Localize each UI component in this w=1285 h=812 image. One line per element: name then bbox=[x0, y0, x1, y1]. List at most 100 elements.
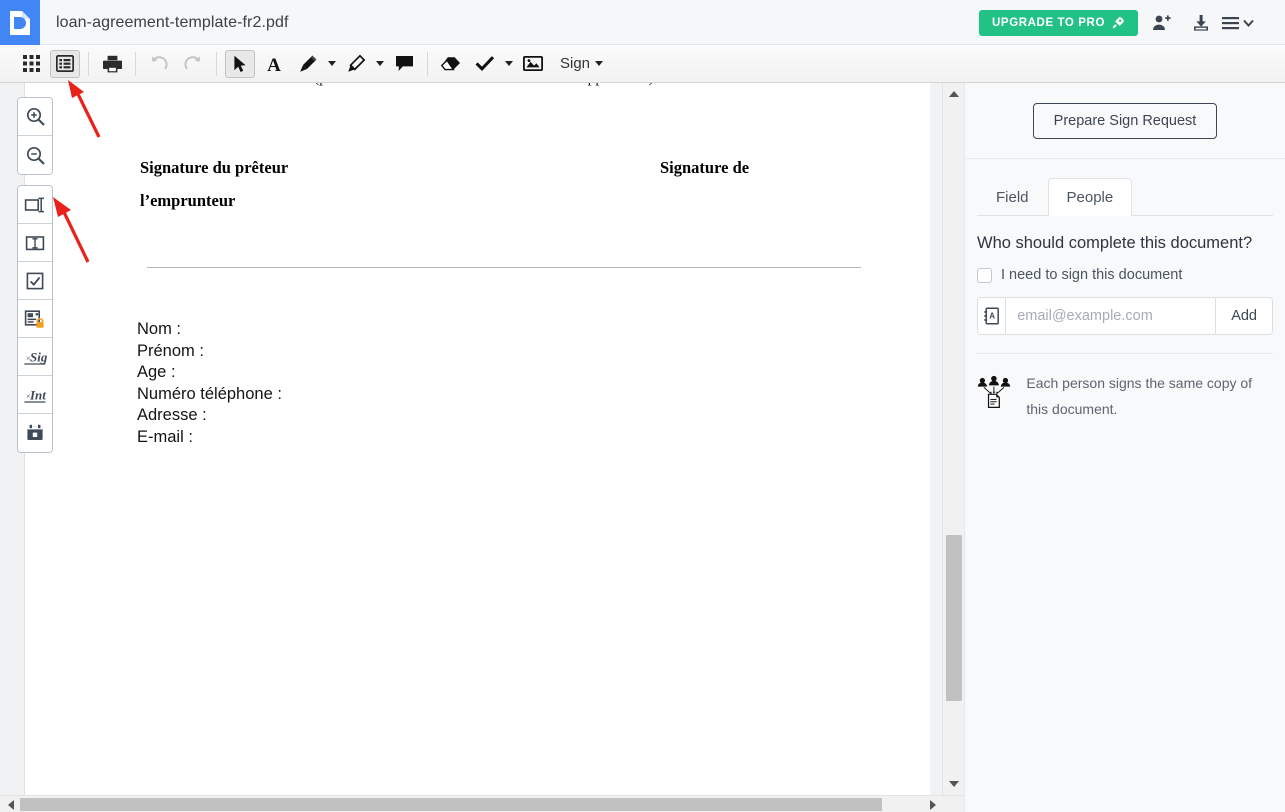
sign-request-panel: Prepare Sign Request Field People Who sh… bbox=[964, 83, 1285, 812]
zoom-out-button[interactable] bbox=[18, 136, 52, 174]
eraser-tool-button[interactable] bbox=[436, 50, 466, 78]
text-field-icon bbox=[24, 197, 44, 212]
locked-field-tool[interactable] bbox=[18, 300, 52, 338]
calendar-date-icon bbox=[27, 424, 43, 440]
text-a-icon: A bbox=[267, 55, 281, 73]
panel-question: Who should complete this document? bbox=[977, 234, 1253, 252]
checkbox-field-icon bbox=[26, 272, 44, 289]
date-field-tool[interactable] bbox=[18, 414, 52, 452]
list-item: Age : bbox=[137, 363, 176, 381]
highlighter-icon bbox=[347, 54, 365, 72]
hint-text: Each person signs the same copy of this … bbox=[1026, 375, 1253, 417]
document-title: loan-agreement-template-fr2.pdf bbox=[56, 13, 289, 31]
vertical-scroll-thumb[interactable] bbox=[946, 535, 962, 701]
highlighter-tool-button[interactable] bbox=[341, 50, 371, 78]
grid-view-button[interactable] bbox=[16, 50, 46, 78]
scroll-up-button[interactable] bbox=[943, 85, 965, 103]
signature-lender-block: Signature du prêteur l’emprunteur bbox=[140, 151, 560, 217]
eraser-icon bbox=[441, 57, 460, 71]
undo-arrow-icon bbox=[152, 55, 168, 70]
document-vertical-scrollbar[interactable] bbox=[942, 83, 965, 795]
pen-options-caret[interactable] bbox=[325, 51, 339, 77]
text-box-icon bbox=[25, 235, 45, 250]
image-tool-button[interactable] bbox=[518, 50, 548, 78]
scroll-right-button[interactable] bbox=[924, 796, 942, 812]
text-tool-button[interactable]: A bbox=[259, 50, 289, 78]
add-user-icon[interactable] bbox=[1149, 11, 1173, 35]
rocket-icon bbox=[1112, 17, 1124, 29]
signature-lender-label: Signature du prêteur bbox=[140, 158, 289, 177]
toolbar-separator bbox=[88, 51, 89, 76]
magnifier-plus-icon bbox=[26, 107, 45, 126]
signature-sig-icon: × Sig bbox=[24, 349, 48, 365]
prepare-button-container: Prepare Sign Request bbox=[965, 83, 1285, 159]
prepare-sign-request-button[interactable]: Prepare Sign Request bbox=[1032, 103, 1218, 139]
cursor-arrow-icon bbox=[233, 55, 246, 72]
text-box-tool[interactable] bbox=[18, 224, 52, 262]
address-book-icon[interactable]: A bbox=[978, 298, 1007, 334]
speech-bubble-icon bbox=[395, 56, 413, 71]
document-logo-icon[interactable] bbox=[0, 0, 40, 45]
signature-rule bbox=[147, 267, 861, 268]
select-tool-button[interactable] bbox=[225, 49, 255, 78]
list-panel-icon bbox=[56, 55, 74, 72]
image-icon bbox=[523, 56, 543, 71]
undo-button[interactable] bbox=[144, 50, 174, 78]
triangle-down-icon bbox=[949, 781, 959, 787]
check-tool-button[interactable] bbox=[470, 50, 500, 78]
list-item: Adresse : bbox=[137, 406, 207, 424]
toolbar-separator bbox=[216, 51, 217, 76]
email-input[interactable] bbox=[1006, 298, 1216, 334]
download-icon[interactable] bbox=[1189, 11, 1213, 35]
panel-hint: Each person signs the same copy of this … bbox=[977, 354, 1273, 422]
grid-icon bbox=[22, 55, 40, 72]
text-field-tool[interactable] bbox=[18, 186, 52, 224]
editor-toolbar: A Sign bbox=[0, 45, 1285, 83]
scroll-down-button[interactable] bbox=[943, 775, 965, 793]
tab-field[interactable]: Field bbox=[977, 178, 1048, 216]
triangle-left-icon bbox=[8, 799, 14, 810]
document-viewport: (précédée de la mention manuscrite "Lu e… bbox=[0, 83, 964, 795]
triangle-up-icon bbox=[949, 91, 959, 97]
pen-icon bbox=[299, 55, 316, 72]
zoom-in-button[interactable] bbox=[18, 98, 52, 136]
checkmark-icon bbox=[475, 56, 495, 71]
zoom-tool-group bbox=[17, 97, 53, 175]
redo-button[interactable] bbox=[178, 50, 208, 78]
highlighter-options-caret[interactable] bbox=[373, 51, 387, 77]
list-view-button[interactable] bbox=[50, 49, 80, 78]
signature-lender-label-line2: l’emprunteur bbox=[140, 191, 236, 210]
sign-menu-button[interactable]: Sign bbox=[556, 53, 607, 74]
top-header-bar: loan-agreement-template-fr2.pdf UPGRADE … bbox=[0, 0, 1285, 45]
toolbar-separator bbox=[427, 51, 428, 76]
document-field-list: Nom : Prénom : Age : Numéro téléphone : … bbox=[137, 319, 282, 448]
check-options-caret[interactable] bbox=[502, 51, 516, 77]
signature-borrower-label: Signature de bbox=[660, 158, 750, 177]
pdf-page: (précédée de la mention manuscrite "Lu e… bbox=[24, 83, 930, 795]
upgrade-label: UPGRADE TO PRO bbox=[992, 17, 1105, 29]
initials-field-tool[interactable]: × Int bbox=[18, 376, 52, 414]
scroll-left-button[interactable] bbox=[2, 796, 20, 812]
upgrade-to-pro-button[interactable]: UPGRADE TO PRO bbox=[979, 10, 1138, 36]
print-button[interactable] bbox=[97, 50, 127, 78]
horizontal-scroll-thumb[interactable] bbox=[20, 798, 882, 811]
self-sign-checkbox[interactable] bbox=[977, 267, 992, 283]
signature-field-tool[interactable]: × Sig bbox=[18, 338, 52, 376]
email-input-row: A Add bbox=[977, 297, 1273, 335]
comment-tool-button[interactable] bbox=[389, 50, 419, 78]
list-item: Prénom : bbox=[137, 341, 204, 360]
locked-form-icon bbox=[24, 309, 44, 328]
document-clipped-line: (précédée de la mention manuscrite "Lu e… bbox=[314, 83, 874, 95]
add-person-button[interactable]: Add bbox=[1215, 298, 1272, 334]
self-sign-label[interactable]: I need to sign this document bbox=[1001, 267, 1182, 283]
svg-text:Sig: Sig bbox=[30, 349, 48, 364]
svg-text:Int: Int bbox=[29, 387, 46, 402]
self-sign-row: I need to sign this document bbox=[977, 267, 1273, 283]
pen-tool-button[interactable] bbox=[293, 50, 323, 78]
tab-people[interactable]: People bbox=[1047, 178, 1133, 216]
main-menu-button[interactable] bbox=[1219, 11, 1259, 35]
checkbox-field-tool[interactable] bbox=[18, 262, 52, 300]
document-horizontal-scrollbar[interactable] bbox=[0, 795, 964, 812]
panel-tabs: Field People bbox=[977, 177, 1273, 216]
left-tool-rail: × Sig × Int bbox=[17, 97, 53, 463]
